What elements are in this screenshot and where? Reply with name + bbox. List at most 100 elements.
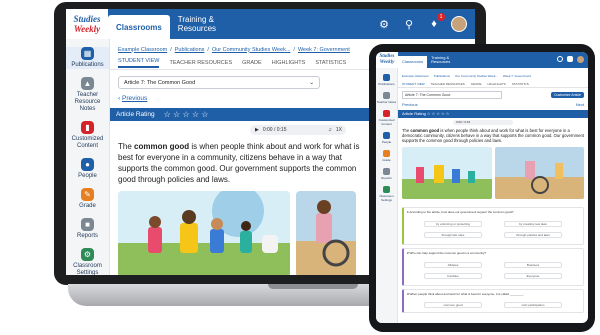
breadcrumb-item[interactable]: Publications	[175, 47, 205, 53]
gear-icon	[383, 186, 390, 193]
sidebar-item-reports[interactable]: Reports	[376, 168, 397, 180]
rating-stars[interactable]: ☆ ☆ ☆ ☆ ☆	[427, 111, 449, 116]
sidebar-item-settings[interactable]: Classroom Settings	[376, 186, 397, 202]
sidebar-item-teacher-resource-notes[interactable]: ▲ Teacher Resource Notes	[66, 77, 109, 113]
article-photo-girl-wheelchair[interactable]	[296, 191, 356, 275]
answer-option[interactable]: Families	[424, 272, 482, 279]
sidebar-item-label: Classroom Settings	[73, 263, 102, 275]
breadcrumb-item[interactable]: Week 7: Government	[298, 47, 350, 53]
sidebar-item-label: Teacher Resource Notes	[74, 92, 101, 112]
sidebar-item-customized-content[interactable]: Customized Content	[376, 110, 397, 126]
answer-option[interactable]: through policies and laws	[504, 231, 562, 238]
tablet-article-select[interactable]: Article 7: The Common Good	[402, 91, 502, 99]
sidebar-item-reports[interactable]: ■ Reports	[66, 218, 109, 240]
accessibility-icon[interactable]: ⚙	[376, 16, 392, 32]
bell-icon[interactable]: ♦ 1	[426, 13, 445, 32]
answer-option[interactable]: by creating new laws	[504, 220, 562, 227]
logo-line2: Weekly	[73, 24, 101, 34]
audio-time: 0:00 / 0:15	[262, 127, 287, 133]
tablet-breadcrumb[interactable]: Our Community Studies Week...	[455, 74, 498, 78]
tablet-breadcrumb[interactable]: Example Classroom	[402, 74, 429, 78]
sidebar-item-label: Customized Content	[378, 118, 395, 126]
audio-speed[interactable]: 1X	[336, 127, 342, 133]
tab-statistics[interactable]: STATISTICS	[512, 82, 529, 86]
tab-classrooms[interactable]: Classrooms	[108, 15, 170, 39]
answer-option[interactable]: by enforcing or protecting	[424, 220, 482, 227]
tab-grade[interactable]: GRADE	[242, 60, 262, 66]
question-text: When people think about and work for wha…	[409, 291, 525, 296]
sidebar-item-customized-content[interactable]: ▮ Customized Content	[66, 121, 109, 150]
sidebar-item-publications[interactable]: Publications	[376, 74, 397, 86]
reports-icon: ■	[81, 218, 94, 231]
bell-icon[interactable]	[567, 56, 573, 62]
tab-student-view[interactable]: STUDENT VIEW	[402, 82, 425, 86]
tablet-header: Studies Weekly Classrooms Training & Res…	[376, 52, 588, 68]
grade-icon	[383, 150, 390, 157]
tablet-photo-wheelchair[interactable]	[494, 146, 584, 199]
search-icon[interactable]: ⚲	[401, 16, 417, 32]
rating-label: Article Rating	[116, 111, 155, 118]
breadcrumb-item[interactable]: Example Classroom	[118, 47, 167, 53]
article-photo-children-park[interactable]	[118, 191, 290, 275]
tablet-next-link[interactable]: Next	[576, 102, 584, 107]
sidebar-item-grade[interactable]: ✎ Grade	[66, 188, 109, 210]
sidebar-item-label: Reports	[381, 176, 392, 180]
question-card: 1 According to the article, how does our…	[402, 206, 584, 245]
breadcrumb-item[interactable]: Our Community Studies Week...	[212, 47, 290, 53]
sidebar-item-classroom-settings[interactable]: ⚙ Classroom Settings	[66, 248, 109, 275]
tablet-photo-children-park[interactable]	[402, 146, 492, 199]
audio-player[interactable]: ▶ 0:00 / 0:15 ♫ 1X	[250, 125, 346, 135]
article-select[interactable]: Article 7: The Common Good ⌄	[118, 76, 320, 89]
volume-icon[interactable]: ♫	[328, 127, 332, 133]
tab-grade[interactable]: GRADE	[471, 82, 482, 86]
tab-training-resources[interactable]: Training & Resources	[170, 9, 232, 39]
answer-option[interactable]: common good	[424, 301, 482, 308]
chevron-down-icon: ⌄	[309, 79, 314, 86]
tablet-screen: Studies Weekly Classrooms Training & Res…	[376, 52, 588, 323]
tablet-audio-player[interactable]: 0:00 / 0:15	[453, 120, 513, 125]
sidebar-item-label: People	[78, 173, 97, 179]
tab-statistics[interactable]: STATISTICS	[315, 60, 346, 66]
vocab-term[interactable]: common good	[134, 142, 189, 151]
article-paragraph: The common good is when people think abo…	[118, 142, 360, 184]
rating-stars[interactable]: ☆ ☆ ☆ ☆ ☆	[164, 110, 209, 119]
answer-option[interactable]: through law rules	[424, 231, 482, 238]
sidebar-item-publications[interactable]: ▦ Publications	[66, 47, 109, 69]
customize-article-button[interactable]: Customize Article	[550, 92, 584, 98]
tablet-tab-training[interactable]: Training & Resources	[427, 55, 457, 65]
sidebar-item-label: People	[381, 140, 392, 144]
tablet-breadcrumb[interactable]: Publications	[434, 74, 450, 78]
tablet-logo[interactable]: Studies Weekly	[376, 52, 398, 68]
tab-highlights[interactable]: HIGHLIGHTS	[272, 60, 306, 66]
question-card: 2 Who can help support the common good i…	[402, 247, 584, 286]
tablet-previous-link[interactable]: Previous	[402, 102, 418, 107]
answer-option[interactable]: civic participation	[504, 301, 562, 308]
sidebar-item-people[interactable]: People	[376, 132, 397, 144]
sidebar-item-people[interactable]: ● People	[66, 158, 109, 180]
tab-teacher-resources[interactable]: TEACHER RESOURCES	[431, 82, 465, 86]
gear-icon: ⚙	[81, 248, 94, 261]
answer-option[interactable]: Athletes	[424, 261, 482, 268]
tablet-breadcrumb[interactable]: Week 7: Government	[503, 74, 531, 78]
answer-option[interactable]: Business	[504, 261, 562, 268]
sidebar-item-grade[interactable]: Grade	[376, 150, 397, 162]
studies-weekly-logo[interactable]: Studies Weekly	[66, 9, 108, 39]
tablet-tab-classrooms[interactable]: Classrooms	[398, 56, 428, 68]
sidebar-item-label: Customized Content	[71, 136, 104, 149]
avatar[interactable]	[577, 56, 584, 63]
sidebar-item-label: Grade	[382, 158, 391, 162]
search-icon[interactable]	[557, 56, 563, 62]
app-header: Studies Weekly Classrooms Training & Res…	[66, 9, 475, 39]
play-icon[interactable]: ▶	[255, 127, 259, 133]
tab-student-view[interactable]: STUDENT VIEW	[118, 58, 160, 68]
grade-icon: ✎	[81, 188, 94, 201]
article-select-value: Article 7: The Common Good	[124, 79, 196, 86]
answer-option[interactable]: Everyone	[504, 272, 562, 279]
tablet-sidebar: Publications Teacher Notes Customized Co…	[376, 68, 398, 323]
people-icon: ●	[81, 158, 94, 171]
sidebar-item-label: Classroom Settings	[379, 194, 394, 202]
avatar[interactable]	[451, 16, 467, 32]
tab-teacher-resources[interactable]: TEACHER RESOURCES	[169, 60, 232, 66]
tab-highlights[interactable]: HIGHLIGHTS	[487, 82, 505, 86]
sidebar-item-teacher-notes[interactable]: Teacher Notes	[376, 92, 397, 104]
